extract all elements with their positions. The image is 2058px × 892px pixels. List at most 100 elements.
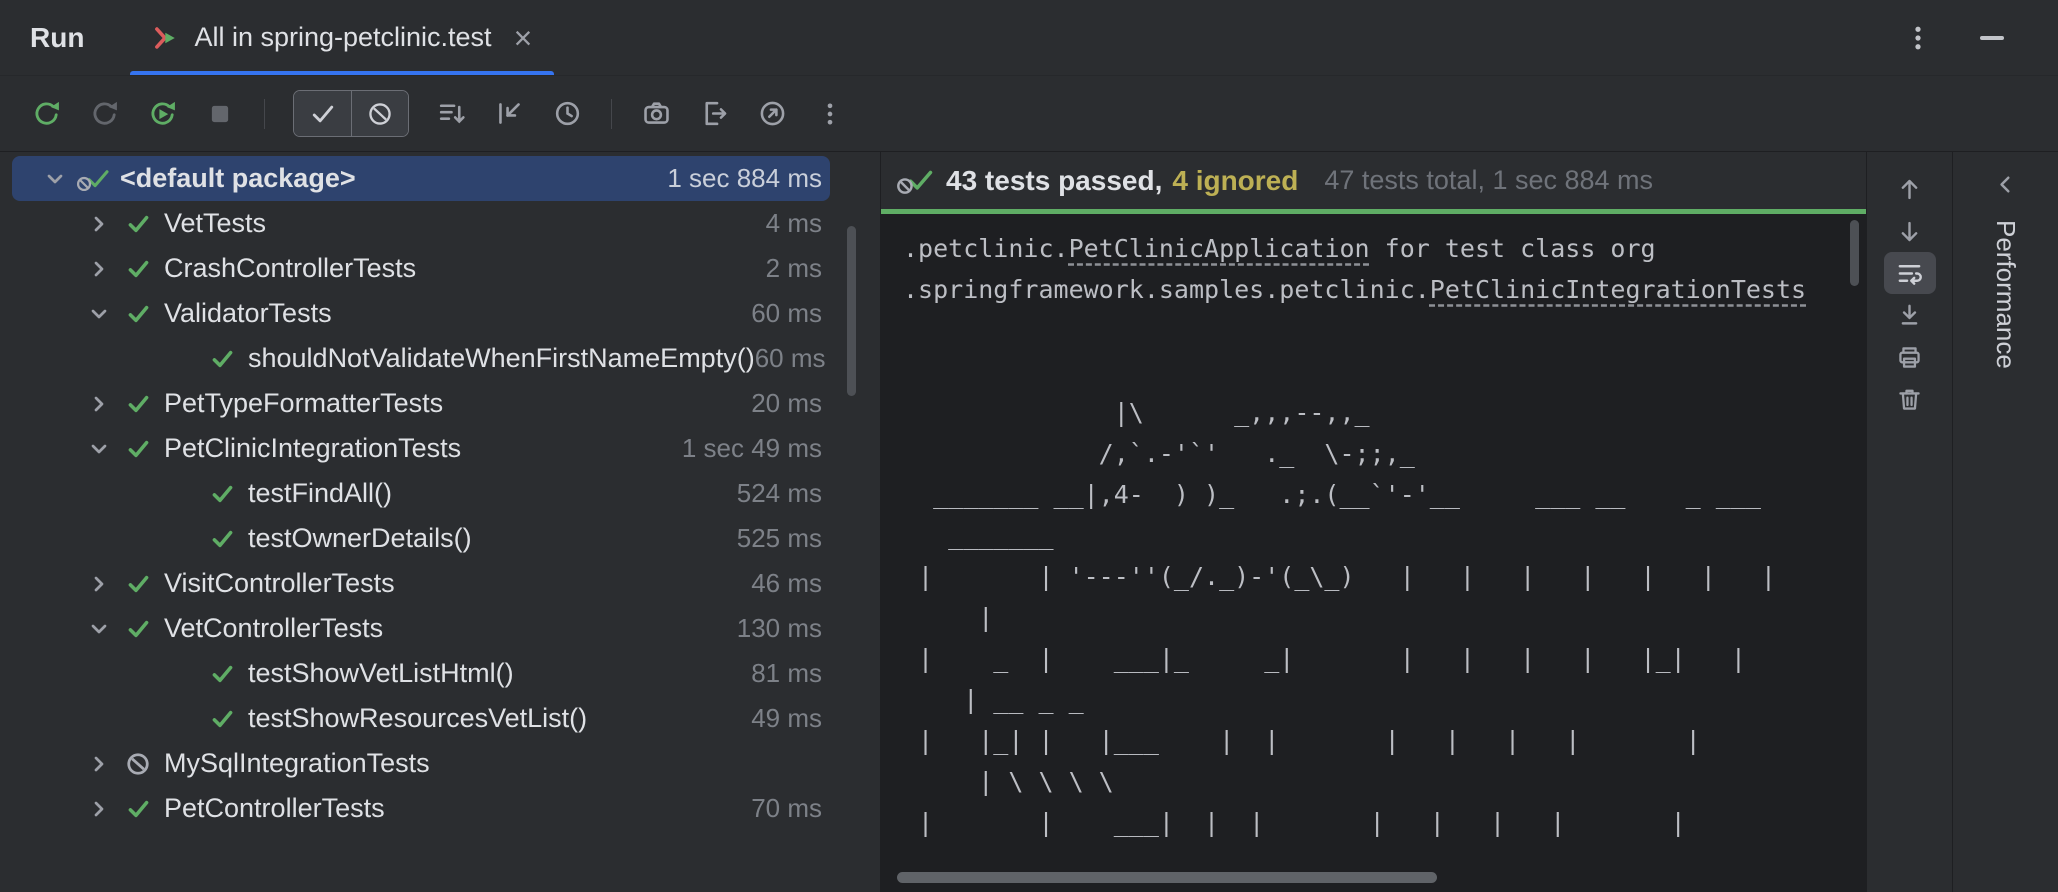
test-name-label: testShowResourcesVetList() — [248, 703, 588, 733]
run-tab[interactable]: All in spring-petclinic.test × — [130, 0, 555, 75]
console-toolbar — [1866, 152, 1952, 892]
test-ignored-icon — [118, 746, 158, 782]
chevron-right-icon[interactable] — [80, 250, 118, 288]
console-line: _______ — [903, 521, 1054, 550]
expand-all-button[interactable] — [427, 92, 475, 136]
test-passed-icon — [202, 341, 242, 377]
rerun-failed-tests-button[interactable] — [80, 92, 128, 136]
hide-stripe-button[interactable] — [1982, 162, 2030, 206]
tab-label: All in spring-petclinic.test — [194, 22, 492, 52]
test-duration-label: 60 ms — [754, 343, 826, 373]
console-horizontal-scrollbar-thumb[interactable] — [897, 872, 1437, 883]
chevron-right-icon[interactable] — [80, 790, 118, 828]
tree-row[interactable]: shouldNotValidateWhenFirstNameEmpty() 60 … — [0, 336, 880, 381]
test-duration-label: 524 ms — [736, 478, 822, 508]
test-duration-label: 525 ms — [736, 523, 822, 553]
test-duration-label: 4 ms — [765, 208, 822, 238]
scroll-to-end-button[interactable] — [1884, 294, 1936, 336]
chevron-right-icon[interactable] — [80, 205, 118, 243]
tree-scrollbar-thumb[interactable] — [847, 226, 856, 396]
test-duration-label: 130 ms — [736, 613, 822, 643]
tree-row[interactable]: PetTypeFormatterTests 20 ms — [0, 381, 880, 426]
test-passed-icon — [118, 611, 158, 647]
minimize-button[interactable] — [1968, 16, 2016, 60]
tree-row[interactable]: testShowResourcesVetList() 49 ms — [0, 696, 880, 741]
camera-icon — [643, 102, 669, 124]
tree-row[interactable]: testOwnerDetails() 525 ms — [0, 516, 880, 561]
console-output: .petclinic.PetClinicApplication for test… — [903, 228, 1866, 843]
chevron-placeholder — [164, 475, 202, 513]
sort-by-duration-button[interactable] — [543, 92, 591, 136]
tab-close-button[interactable]: × — [514, 22, 533, 54]
print-button[interactable] — [1884, 336, 1936, 378]
tree-row[interactable]: testShowVetListHtml() 81 ms — [0, 651, 880, 696]
tree-row[interactable]: VisitControllerTests 46 ms — [0, 561, 880, 606]
chevron-down-icon[interactable] — [80, 430, 118, 468]
tree-row[interactable]: PetClinicIntegrationTests 1 sec 49 ms — [0, 426, 880, 471]
console-line: | \ \ \ \ — [903, 767, 1114, 796]
test-duration-label: 70 ms — [751, 793, 822, 823]
navigate-up-button[interactable] — [1884, 168, 1936, 210]
performance-tab[interactable]: Performance — [1990, 220, 2021, 369]
test-name-label: testOwnerDetails() — [248, 523, 472, 553]
show-passed-toggle[interactable] — [294, 91, 351, 136]
export-test-results-button[interactable] — [690, 92, 738, 136]
test-passed-icon — [118, 386, 158, 422]
run-tool-window: Run All in spring-petclinic.test × <defa… — [0, 0, 2058, 892]
rerun-button[interactable] — [22, 92, 70, 136]
rerun-failed-icon — [92, 101, 117, 125]
show-ignored-toggle[interactable] — [351, 91, 408, 136]
chevron-down-icon[interactable] — [80, 610, 118, 648]
snapshot-button[interactable] — [632, 92, 680, 136]
console-hyperlink[interactable]: PetClinicApplication — [1069, 234, 1370, 263]
tree-row[interactable]: MySqlIntegrationTests — [0, 741, 880, 786]
soft-wrap-toggle[interactable] — [1883, 252, 1936, 294]
circle-arrow-icon — [760, 101, 784, 126]
tree-row[interactable]: PetControllerTests 70 ms — [0, 786, 880, 831]
test-passed-icon — [118, 251, 158, 287]
tree-row[interactable]: CrashControllerTests 2 ms — [0, 246, 880, 291]
console-line: | __ _ _ — [903, 685, 1084, 714]
test-duration-label: 2 ms — [765, 253, 822, 283]
tree-row[interactable]: VetControllerTests 130 ms — [0, 606, 880, 651]
titlebar-actions — [1894, 16, 2016, 60]
more-options-button[interactable] — [1894, 16, 1942, 60]
test-name-label: ValidatorTests — [164, 298, 332, 328]
tree-row[interactable]: testFindAll() 524 ms — [0, 471, 880, 516]
console-line: .springframework.samples.petclinic.PetCl… — [903, 275, 1807, 304]
rerun-icon — [34, 101, 59, 125]
run-tests-button[interactable] — [138, 92, 186, 136]
console-vertical-scrollbar-thumb[interactable] — [1850, 220, 1859, 286]
tests-passed-with-ignored-icon — [896, 165, 936, 196]
checkmark-icon — [312, 105, 333, 122]
console-line: | _ | ___|_ _| | | | | |_| | — [903, 644, 1746, 673]
chevron-down-icon[interactable] — [36, 160, 74, 198]
run-with-rerun-icon — [150, 101, 175, 125]
navigate-down-button[interactable] — [1884, 210, 1936, 252]
test-name-label: PetControllerTests — [164, 793, 385, 823]
console[interactable]: .petclinic.PetClinicApplication for test… — [881, 214, 1866, 892]
stop-button[interactable] — [196, 92, 244, 136]
test-passed-icon — [202, 521, 242, 557]
test-filter-group — [293, 90, 409, 137]
trash-icon — [1899, 389, 1920, 410]
chevron-right-icon[interactable] — [80, 565, 118, 603]
chevron-right-icon[interactable] — [80, 745, 118, 783]
import-test-results-button[interactable] — [748, 92, 796, 136]
test-duration-label: 1 sec 49 ms — [681, 433, 822, 463]
tree-row[interactable]: VetTests 4 ms — [0, 201, 880, 246]
arrow-up-icon — [1901, 179, 1918, 199]
chevron-down-icon[interactable] — [80, 295, 118, 333]
tree-row[interactable]: <default package> 1 sec 884 ms — [12, 156, 830, 201]
console-hyperlink[interactable]: PetClinicIntegrationTests — [1430, 275, 1806, 304]
run-toolbar — [0, 75, 2058, 152]
more-actions-button[interactable] — [806, 92, 854, 136]
test-duration-label: 49 ms — [751, 703, 822, 733]
tree-row[interactable]: ValidatorTests 60 ms — [0, 291, 880, 336]
chevron-placeholder — [164, 655, 202, 693]
clear-console-button[interactable] — [1884, 378, 1936, 420]
chevron-right-icon[interactable] — [80, 385, 118, 423]
chevron-left-icon — [2000, 176, 2010, 192]
collapse-all-button[interactable] — [485, 92, 533, 136]
total-summary-label: 47 tests total, 1 sec 884 ms — [1324, 165, 1654, 195]
